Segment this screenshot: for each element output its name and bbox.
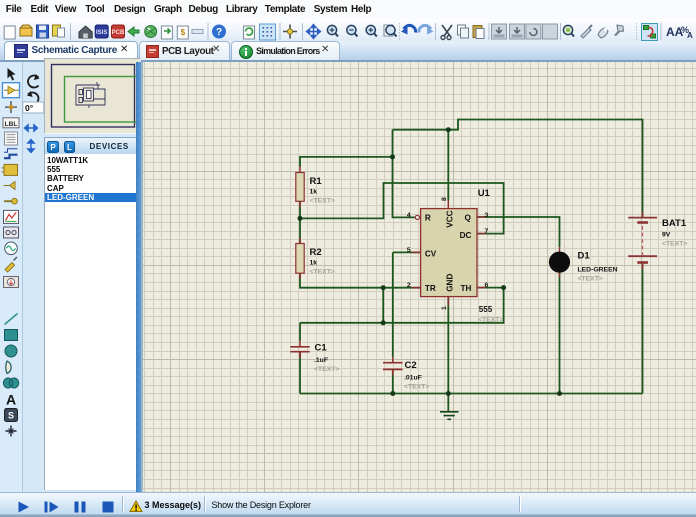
svg-text:LBL: LBL: [5, 121, 18, 128]
svg-text:4: 4: [407, 212, 411, 219]
svg-text:DC: DC: [460, 231, 472, 240]
svg-text:<TEXT>: <TEXT>: [310, 268, 335, 275]
svg-text:A: A: [687, 31, 693, 40]
svg-text:ISIS: ISIS: [96, 30, 107, 36]
svg-text:$: $: [181, 28, 186, 37]
svg-text:TR: TR: [425, 284, 436, 293]
svg-text:A: A: [6, 392, 16, 408]
svg-text:R2: R2: [310, 247, 322, 258]
svg-text:6: 6: [485, 282, 489, 289]
svg-text:<TEXT>: <TEXT>: [578, 276, 603, 283]
svg-text:8: 8: [441, 197, 448, 201]
svg-text:9V: 9V: [662, 232, 671, 239]
svg-text:R: R: [425, 214, 431, 223]
svg-text:0°: 0°: [25, 103, 34, 113]
svg-text:<TEXT>: <TEXT>: [478, 317, 503, 324]
svg-text:3: 3: [485, 212, 489, 219]
svg-text:.1uF: .1uF: [314, 357, 328, 364]
svg-text:U1: U1: [478, 188, 491, 199]
svg-text:555: 555: [479, 305, 493, 314]
svg-text:2: 2: [407, 282, 411, 289]
svg-text:CV: CV: [425, 249, 437, 258]
svg-text:1k: 1k: [310, 188, 318, 195]
svg-text:Q: Q: [465, 214, 472, 223]
svg-text:GND: GND: [446, 274, 455, 292]
svg-text:C1: C1: [315, 343, 328, 354]
svg-text:PCB: PCB: [112, 30, 125, 36]
svg-text:S: S: [8, 411, 14, 421]
svg-text:5: 5: [407, 247, 411, 254]
svg-text:TH: TH: [460, 284, 471, 293]
svg-text:7: 7: [485, 228, 489, 235]
svg-text:<TEXT>: <TEXT>: [662, 240, 687, 247]
svg-text:<TEXT>: <TEXT>: [310, 197, 335, 204]
svg-text:C2: C2: [405, 360, 417, 371]
svg-text:1k: 1k: [310, 259, 318, 266]
svg-text:<TEXT>: <TEXT>: [314, 366, 339, 373]
svg-text:R1: R1: [310, 176, 323, 187]
svg-text:1: 1: [441, 306, 448, 310]
svg-text:.01uF: .01uF: [404, 374, 422, 381]
svg-text:D1: D1: [578, 251, 591, 262]
svg-text:?: ?: [216, 27, 222, 38]
svg-text:LED-GREEN: LED-GREEN: [578, 267, 618, 274]
svg-text:<TEXT>: <TEXT>: [404, 383, 429, 390]
svg-text:VCC: VCC: [446, 210, 455, 227]
svg-text:BAT1: BAT1: [662, 218, 687, 229]
